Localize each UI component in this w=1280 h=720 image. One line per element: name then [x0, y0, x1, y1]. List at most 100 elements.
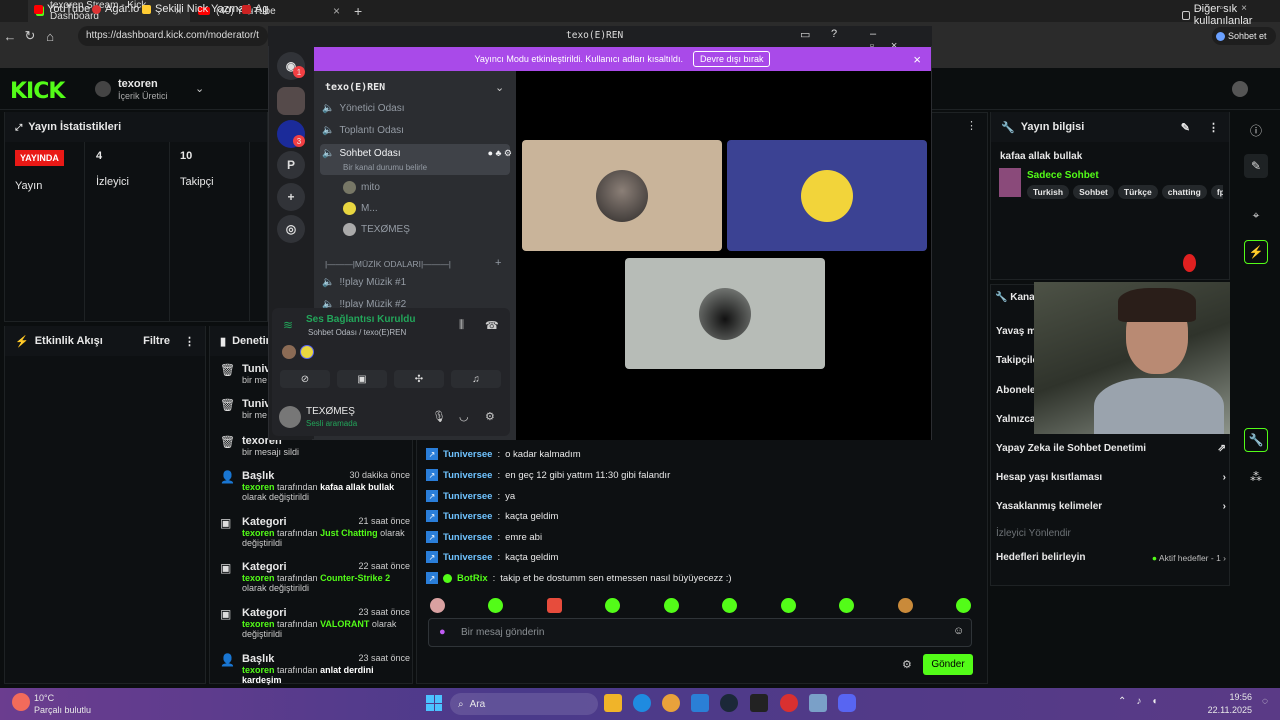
- emoji-icon[interactable]: ☺: [953, 625, 964, 637]
- soundboard-button[interactable]: ♫: [451, 370, 501, 388]
- emote-icon[interactable]: [781, 598, 796, 613]
- store-icon[interactable]: [691, 694, 709, 712]
- info-icon[interactable]: ⓘ: [1244, 118, 1268, 142]
- emote-icon[interactable]: [430, 598, 445, 613]
- activities-button[interactable]: ✣: [394, 370, 444, 388]
- profile-avatar[interactable]: [1232, 81, 1248, 97]
- help-icon[interactable]: ?: [831, 28, 837, 40]
- voice-channel-active[interactable]: 🔈 Sohbet Odası ● ♣ ⚙: [322, 148, 512, 159]
- close-icon[interactable]: ×: [913, 52, 921, 67]
- chevron-down-icon[interactable]: ⌄: [495, 81, 504, 94]
- participant-tile[interactable]: [522, 140, 722, 251]
- set-goals-item[interactable]: Hedefleri belirleyin ● Aktif hedefler - …: [996, 552, 1226, 563]
- gear-icon[interactable]: ⚙: [485, 410, 495, 423]
- voice-status[interactable]: Ses Bağlantısı Kuruldu: [306, 314, 415, 325]
- screen-share-button[interactable]: ▣: [337, 370, 387, 388]
- noise-suppression-icon[interactable]: ⫼: [459, 319, 464, 332]
- home-icon[interactable]: ⌂: [40, 29, 60, 44]
- clock-time[interactable]: 19:56: [1214, 692, 1252, 702]
- chevron-down-icon[interactable]: ⌄: [195, 82, 204, 95]
- emote-icon[interactable]: [547, 598, 562, 613]
- server-icon-p[interactable]: P: [277, 151, 305, 179]
- emote-icon[interactable]: [956, 598, 971, 613]
- voice-channel[interactable]: 🔈 Toplantı Odası: [322, 125, 512, 136]
- tag[interactable]: Türkçe: [1117, 185, 1158, 199]
- inbox-icon[interactable]: ▭: [800, 28, 810, 41]
- add-server-icon[interactable]: +: [277, 183, 305, 211]
- copilot-button[interactable]: Sohbet et: [1212, 27, 1276, 45]
- account-age-item[interactable]: Hesap yaşı kısıtlaması ›: [996, 472, 1226, 483]
- emote-icon[interactable]: [605, 598, 620, 613]
- ai-moderation-item[interactable]: Yapay Zeka ile Sohbet Denetimi ⇗: [996, 443, 1226, 454]
- wrench-icon[interactable]: 🔧: [1244, 428, 1268, 452]
- tag[interactable]: fps: [1210, 185, 1223, 199]
- voice-location[interactable]: Sohbet Odası / texo(E)REN: [308, 328, 406, 337]
- emote-icon[interactable]: [722, 598, 737, 613]
- more-icon[interactable]: ⋮: [1208, 121, 1219, 134]
- send-button[interactable]: Gönder: [923, 654, 973, 675]
- scan-icon[interactable]: ⌖: [1244, 203, 1268, 227]
- kick-logo[interactable]: KICK: [10, 79, 65, 104]
- tag[interactable]: chatting: [1161, 185, 1207, 199]
- red-app-icon[interactable]: [780, 694, 798, 712]
- voice-member[interactable]: M...: [343, 202, 533, 215]
- clock-date[interactable]: 22.11.2025: [1200, 705, 1252, 715]
- edge-icon[interactable]: [633, 694, 651, 712]
- chat-input[interactable]: ● Bir mesaj gönderin ☺: [428, 618, 972, 647]
- channel-status[interactable]: Bir kanal durumu belirle: [343, 163, 427, 172]
- category-name[interactable]: Sadece Sohbet: [1027, 170, 1099, 181]
- notification-icon[interactable]: ◌: [1262, 696, 1268, 707]
- voice-member[interactable]: TEXØMEŞ: [343, 223, 533, 236]
- add-channel-icon[interactable]: +: [495, 257, 501, 269]
- bookmark-ag[interactable]: Ag: [242, 3, 268, 15]
- banned-words-item[interactable]: Yasaklanmış kelimeler ›: [996, 501, 1226, 512]
- tag[interactable]: Sohbet: [1073, 185, 1114, 199]
- taskbar-search[interactable]: ⌕ Ara: [450, 693, 598, 715]
- voice-member[interactable]: mito: [343, 181, 533, 194]
- participant-tile[interactable]: [727, 140, 927, 251]
- camera-off-button[interactable]: ⊘: [280, 370, 330, 388]
- app-icon[interactable]: [809, 694, 827, 712]
- weather-icon[interactable]: [12, 693, 30, 711]
- system-tray-icons[interactable]: ⌃♪◖: [1118, 696, 1167, 707]
- server-icon[interactable]: [277, 87, 305, 115]
- voice-channel[interactable]: 🔈 !!play Müzik #1: [322, 277, 512, 288]
- close-tab-icon[interactable]: ×: [333, 4, 340, 18]
- epic-games-icon[interactable]: [750, 694, 768, 712]
- self-avatar[interactable]: [279, 406, 301, 428]
- url-field[interactable]: https://dashboard.kick.com/moderator/t: [78, 26, 268, 46]
- mic-icon[interactable]: 🎙: [432, 410, 446, 423]
- headphones-icon[interactable]: ◡: [459, 410, 469, 423]
- discover-icon[interactable]: ◎: [277, 215, 305, 243]
- filter-button[interactable]: Filtre: [143, 335, 170, 347]
- other-bookmarks[interactable]: Diğer sık kullanılanlar: [1182, 3, 1280, 27]
- bookmark-youtube[interactable]: YouTube: [34, 3, 90, 15]
- disconnect-icon[interactable]: ☎: [485, 319, 499, 332]
- emote-icon[interactable]: [839, 598, 854, 613]
- reload-icon[interactable]: ↻: [20, 28, 40, 44]
- file-explorer-icon[interactable]: [604, 694, 622, 712]
- bolt-icon[interactable]: ⚡: [1244, 240, 1268, 264]
- emote-icon[interactable]: [664, 598, 679, 613]
- category-header[interactable]: |———|MÜZİK ODALARI|———|: [325, 259, 451, 269]
- more-icon[interactable]: ⋮: [966, 119, 977, 132]
- bookmark-agario[interactable]: Agar.io: [92, 3, 139, 15]
- more-icon[interactable]: ⋮: [184, 335, 195, 348]
- participant-tile[interactable]: [625, 258, 825, 369]
- voice-channel[interactable]: 🔈 Yönetici Odası: [322, 103, 512, 114]
- mic-icon[interactable]: ●: [439, 626, 446, 638]
- emote-icon[interactable]: [898, 598, 913, 613]
- back-icon[interactable]: ←: [0, 29, 20, 44]
- emote-icon[interactable]: [488, 598, 503, 613]
- steam-icon[interactable]: [720, 694, 738, 712]
- edit-icon[interactable]: ✎: [1244, 154, 1268, 178]
- edit-icon[interactable]: ✎: [1181, 121, 1190, 134]
- server-name[interactable]: texo(E)REN: [325, 82, 385, 93]
- tag[interactable]: Turkish: [1027, 185, 1070, 199]
- disable-streamer-mode-button[interactable]: Devre dışı bırak: [692, 51, 771, 67]
- discord-taskbar-icon[interactable]: [838, 694, 856, 712]
- self-name[interactable]: TEXØMEŞ: [306, 406, 355, 417]
- gear-icon[interactable]: ⚙: [902, 658, 912, 671]
- start-icon[interactable]: [426, 695, 442, 711]
- nodes-icon[interactable]: ⁂: [1244, 465, 1268, 489]
